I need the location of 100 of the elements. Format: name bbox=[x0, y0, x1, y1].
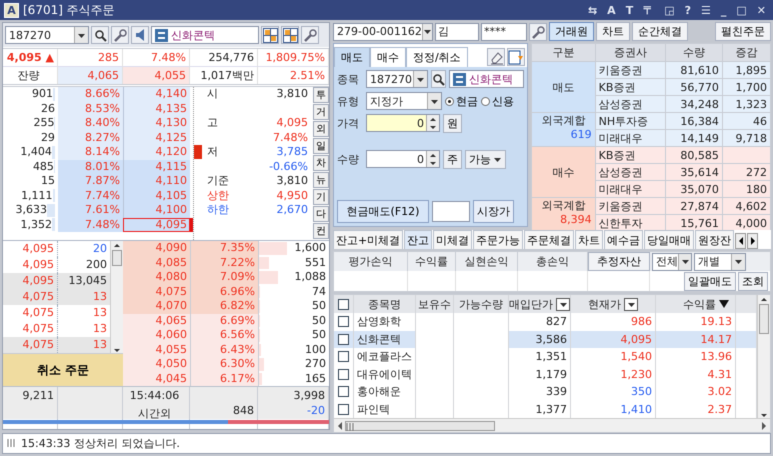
up-arrow-icon[interactable] bbox=[429, 116, 437, 122]
dropdown-button[interactable] bbox=[624, 298, 638, 310]
title-tool-button[interactable]: ? bbox=[682, 4, 694, 16]
filter-dropdown[interactable]: 개별 bbox=[694, 252, 746, 270]
side-button[interactable]: 일 bbox=[313, 138, 329, 154]
dropdown-button[interactable] bbox=[427, 93, 441, 109]
order-tab[interactable]: 정정/취소 bbox=[406, 47, 468, 67]
scrollbar[interactable] bbox=[110, 241, 123, 353]
title-tool-button[interactable]: T bbox=[622, 4, 636, 16]
unit-button[interactable]: 원 bbox=[443, 114, 462, 132]
sort-arrow-icon[interactable] bbox=[719, 300, 729, 308]
stock-code-field[interactable]: 187270 bbox=[5, 26, 89, 44]
scrollbar[interactable] bbox=[757, 295, 770, 418]
account-field[interactable]: 279-00-001162 bbox=[333, 22, 433, 40]
dropdown-button[interactable] bbox=[678, 254, 691, 270]
up-arrow-icon[interactable] bbox=[760, 297, 768, 302]
amount-field[interactable] bbox=[432, 201, 470, 222]
quantity-mode-button[interactable]: 가능 bbox=[465, 150, 506, 168]
down-arrow-icon[interactable] bbox=[760, 413, 768, 418]
speaker-button[interactable] bbox=[131, 26, 149, 44]
dropdown-button[interactable] bbox=[556, 298, 570, 310]
sell-button[interactable]: 현금매도(F12) bbox=[337, 200, 429, 223]
tab[interactable]: 잔고 bbox=[404, 230, 432, 249]
quantity-field[interactable]: 0 bbox=[366, 150, 440, 168]
price-field[interactable]: 0 bbox=[366, 114, 440, 132]
search-button[interactable] bbox=[91, 26, 109, 44]
checkbox[interactable] bbox=[338, 351, 349, 362]
clear-button[interactable] bbox=[487, 48, 505, 66]
order-tab[interactable]: 매수 bbox=[370, 47, 406, 67]
market-price-button[interactable]: 시장가 bbox=[473, 200, 514, 223]
tab[interactable]: 주문가능 bbox=[473, 230, 524, 249]
title-tool-button[interactable]: ⇆ bbox=[584, 4, 600, 16]
up-arrow-icon[interactable] bbox=[429, 152, 437, 158]
radio-option[interactable]: 현금 bbox=[445, 94, 478, 108]
cancel-order-button[interactable]: 취소 주문 bbox=[3, 353, 123, 386]
tab[interactable]: 예수금 bbox=[604, 230, 644, 249]
name-field[interactable]: 김 bbox=[435, 22, 479, 40]
export-button[interactable] bbox=[507, 48, 525, 66]
scroll-left-button[interactable] bbox=[735, 233, 746, 249]
scroll-right-button[interactable] bbox=[747, 233, 758, 249]
tab[interactable]: 주문체결 bbox=[524, 230, 574, 249]
dropdown-button[interactable] bbox=[731, 254, 745, 270]
checkbox[interactable] bbox=[338, 368, 349, 380]
checkbox[interactable] bbox=[338, 298, 349, 310]
checkbox[interactable] bbox=[338, 386, 349, 398]
side-button[interactable]: 기 bbox=[313, 189, 329, 205]
title-tool-button[interactable]: □ bbox=[733, 4, 750, 16]
side-button[interactable]: 투 bbox=[313, 87, 329, 103]
order-type-field[interactable]: 지정가 bbox=[366, 92, 442, 110]
filter-dropdown[interactable]: 전체 bbox=[652, 252, 692, 270]
action-button[interactable]: 조회 bbox=[738, 272, 768, 290]
tab[interactable]: 원장잔 bbox=[695, 230, 734, 249]
down-arrow-icon[interactable] bbox=[429, 124, 437, 130]
holding-row[interactable]: 신화콘텍 3,586 4,095 14.17 bbox=[334, 330, 757, 348]
view-button[interactable]: 순간체결 bbox=[632, 22, 688, 41]
spinner[interactable] bbox=[426, 151, 439, 167]
left-arrow-icon[interactable] bbox=[337, 422, 342, 430]
dropdown-button[interactable] bbox=[413, 71, 427, 87]
layout-button[interactable] bbox=[281, 26, 299, 44]
tab[interactable]: 당일매매 bbox=[644, 230, 694, 249]
scroll-thumb[interactable] bbox=[759, 304, 769, 334]
side-button[interactable]: 컨 bbox=[313, 223, 329, 239]
tab[interactable]: 잔고+미체결 bbox=[333, 230, 404, 249]
side-button[interactable]: 다 bbox=[313, 206, 329, 222]
side-button[interactable]: 차 bbox=[313, 155, 329, 171]
search-button[interactable] bbox=[431, 70, 446, 88]
spinner[interactable] bbox=[426, 115, 439, 131]
side-button[interactable]: 뉴 bbox=[313, 172, 329, 188]
action-button[interactable]: 일괄매도 bbox=[684, 272, 736, 290]
view-button[interactable]: 거래원 bbox=[549, 22, 594, 41]
holding-row[interactable]: 에코플라스 1,351 1,540 13.96 bbox=[334, 348, 757, 366]
title-tool-button[interactable]: ☰ bbox=[698, 4, 714, 16]
checkbox[interactable] bbox=[338, 404, 349, 415]
title-tool-button[interactable]: ✕ bbox=[754, 4, 769, 16]
radio-option[interactable]: 신용 bbox=[481, 94, 514, 108]
title-tool-button[interactable]: _ bbox=[718, 4, 730, 16]
holding-row[interactable]: 대유에이텍 1,179 1,230 4.31 bbox=[334, 366, 757, 383]
scroll-thumb[interactable] bbox=[112, 250, 122, 266]
tab[interactable]: 미체결 bbox=[433, 230, 472, 249]
up-arrow-icon[interactable] bbox=[113, 243, 121, 248]
title-tool-button[interactable]: 〒 bbox=[640, 2, 658, 18]
title-tool-button[interactable]: A bbox=[604, 4, 619, 16]
dropdown-button[interactable] bbox=[422, 24, 432, 40]
stock-code-field[interactable]: 187270 bbox=[366, 70, 428, 88]
side-button[interactable]: 거 bbox=[313, 104, 329, 120]
side-button[interactable]: 외 bbox=[313, 121, 329, 137]
right-arrow-icon[interactable] bbox=[762, 422, 767, 430]
down-arrow-icon[interactable] bbox=[429, 160, 437, 166]
down-arrow-icon[interactable] bbox=[113, 348, 121, 353]
unit-button[interactable]: 주 bbox=[443, 150, 462, 168]
layout-button[interactable] bbox=[261, 26, 279, 44]
estimated-assets-button[interactable]: 추정자산 bbox=[588, 252, 650, 271]
checkbox[interactable] bbox=[338, 334, 349, 345]
view-button[interactable]: 차트 bbox=[596, 22, 630, 41]
password-field[interactable]: **** bbox=[481, 22, 527, 40]
dropdown-button[interactable] bbox=[74, 27, 88, 43]
holding-row[interactable]: 홍아해운 339 350 3.02 bbox=[334, 383, 757, 400]
order-tab[interactable]: 매도 bbox=[334, 47, 370, 67]
checkbox[interactable] bbox=[338, 316, 349, 328]
expand-order-button[interactable]: 펼친주문 bbox=[715, 22, 771, 41]
